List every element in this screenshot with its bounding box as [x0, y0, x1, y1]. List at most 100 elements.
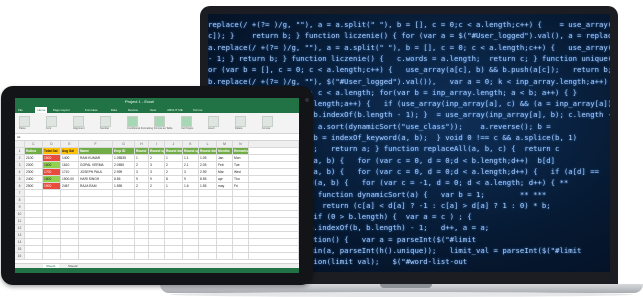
cell[interactable]: [199, 197, 217, 204]
cell[interactable]: Tue: [233, 162, 249, 169]
cell[interactable]: [165, 197, 183, 204]
cell[interactable]: [183, 239, 199, 246]
cell[interactable]: [233, 218, 249, 225]
cell[interactable]: [25, 204, 43, 211]
cell[interactable]: 1710: [61, 169, 79, 176]
cell[interactable]: [61, 232, 79, 239]
cell[interactable]: Mon: [233, 155, 249, 162]
row-header[interactable]: 5: [15, 176, 25, 183]
cell[interactable]: 9: [149, 176, 165, 183]
cell[interactable]: [79, 239, 113, 246]
cell[interactable]: 9: [135, 176, 149, 183]
cell[interactable]: 8: [165, 176, 183, 183]
cell[interactable]: [249, 155, 299, 162]
cell[interactable]: Avg Sal: [61, 148, 79, 155]
cell[interactable]: [135, 218, 149, 225]
cell[interactable]: [249, 246, 299, 253]
cell[interactable]: [79, 225, 113, 232]
row-header[interactable]: 10: [15, 211, 25, 218]
cell[interactable]: 2: [149, 155, 165, 162]
cell[interactable]: [249, 253, 299, 260]
cell[interactable]: [249, 197, 299, 204]
cell[interactable]: [183, 190, 199, 197]
cell[interactable]: [165, 253, 183, 260]
cell[interactable]: Round up: [183, 148, 199, 155]
cell[interactable]: [43, 211, 61, 218]
cell[interactable]: [79, 197, 113, 204]
cell[interactable]: 2: [149, 183, 165, 190]
cell[interactable]: 1500: [43, 155, 61, 162]
cell[interactable]: [61, 253, 79, 260]
cell[interactable]: [199, 246, 217, 253]
cell[interactable]: [233, 190, 249, 197]
cell[interactable]: [61, 190, 79, 197]
cell[interactable]: [25, 239, 43, 246]
cell[interactable]: [61, 239, 79, 246]
cell[interactable]: [217, 197, 233, 204]
cell[interactable]: [249, 183, 299, 190]
ribbon-button[interactable]: [208, 116, 219, 127]
column-header[interactable]: G: [113, 141, 135, 148]
cell[interactable]: 1: [165, 183, 183, 190]
cell[interactable]: 3: [183, 169, 199, 176]
row-header[interactable]: 11: [15, 218, 25, 225]
cell[interactable]: 1.6: [183, 183, 199, 190]
cell[interactable]: [165, 232, 183, 239]
column-header[interactable]: M: [217, 141, 233, 148]
spreadsheet-grid[interactable]: C D E F G H I J K L M N 1 Rollno Total Sal Avg Sal Name E…: [15, 141, 299, 263]
cell[interactable]: [217, 246, 233, 253]
cell[interactable]: [249, 162, 299, 169]
cell[interactable]: [199, 232, 217, 239]
row-header[interactable]: 8: [15, 197, 25, 204]
row-header[interactable]: 14: [15, 239, 25, 246]
cell[interactable]: [249, 225, 299, 232]
cell[interactable]: [61, 225, 79, 232]
cell[interactable]: [217, 239, 233, 246]
cell[interactable]: [149, 218, 165, 225]
cell[interactable]: 3: [149, 169, 165, 176]
column-header[interactable]: L: [199, 141, 217, 148]
cell[interactable]: 1600: [43, 162, 61, 169]
cell[interactable]: [249, 148, 299, 155]
ribbon-button[interactable]: [181, 116, 192, 127]
cell[interactable]: [43, 190, 61, 197]
cell[interactable]: 8.56: [113, 176, 135, 183]
cell[interactable]: 3: [149, 162, 165, 169]
cell[interactable]: 1700: [43, 169, 61, 176]
cell[interactable]: [79, 211, 113, 218]
cell[interactable]: [233, 232, 249, 239]
cell[interactable]: [25, 225, 43, 232]
cell[interactable]: [149, 197, 165, 204]
ribbon-button[interactable]: [235, 116, 246, 127]
cell[interactable]: [43, 232, 61, 239]
cell[interactable]: GOPAL VERMA: [79, 162, 113, 169]
cell[interactable]: [149, 253, 165, 260]
cell[interactable]: [25, 246, 43, 253]
row-header[interactable]: 4: [15, 169, 25, 176]
row-header[interactable]: 13: [15, 232, 25, 239]
cell[interactable]: 2: [165, 162, 183, 169]
cell[interactable]: [113, 211, 135, 218]
cell[interactable]: [61, 204, 79, 211]
cell[interactable]: [113, 197, 135, 204]
cell[interactable]: Wed: [233, 169, 249, 176]
cell[interactable]: Round up: [149, 148, 165, 155]
ribbon-button[interactable]: [73, 116, 84, 127]
cell[interactable]: [79, 232, 113, 239]
cell[interactable]: [199, 211, 217, 218]
cell[interactable]: Round down: [165, 148, 183, 155]
cell[interactable]: [233, 246, 249, 253]
cell[interactable]: 1.555: [113, 183, 135, 190]
cell[interactable]: 2400: [25, 176, 43, 183]
cell[interactable]: Remarks: [233, 148, 249, 155]
cell[interactable]: 2467: [61, 183, 79, 190]
column-header[interactable]: E: [61, 141, 79, 148]
cell[interactable]: [43, 239, 61, 246]
cell[interactable]: [113, 246, 135, 253]
cell[interactable]: [249, 211, 299, 218]
cell[interactable]: may: [217, 183, 233, 190]
cell[interactable]: [43, 197, 61, 204]
formula-bar[interactable]: A1: [15, 134, 299, 141]
cell[interactable]: [135, 190, 149, 197]
cell[interactable]: [183, 197, 199, 204]
